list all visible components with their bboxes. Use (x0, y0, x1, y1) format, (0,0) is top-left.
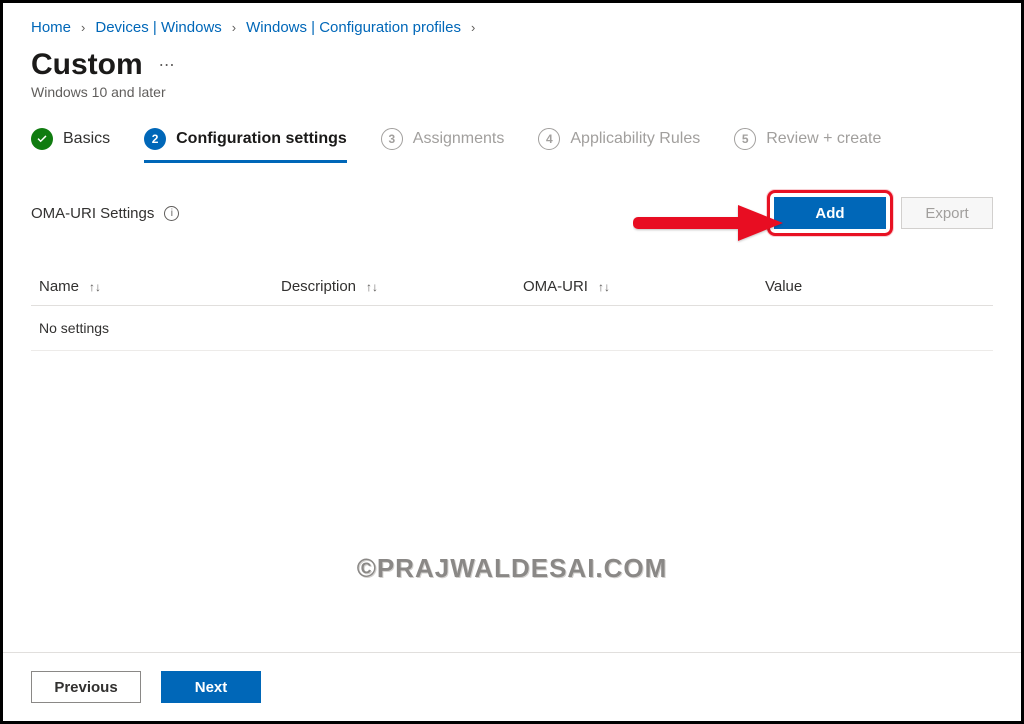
step-label: Configuration settings (176, 130, 347, 148)
next-button[interactable]: Next (161, 671, 261, 703)
step-label: Basics (63, 130, 110, 148)
section-heading: OMA-URI Settings (31, 205, 154, 222)
breadcrumb-link-home[interactable]: Home (31, 19, 71, 36)
column-label: Description (281, 278, 356, 295)
breadcrumb-link-devices[interactable]: Devices | Windows (95, 19, 221, 36)
step-review-create[interactable]: 5 Review + create (734, 128, 881, 163)
step-applicability-rules[interactable]: 4 Applicability Rules (538, 128, 700, 163)
breadcrumb: Home › Devices | Windows › Windows | Con… (31, 19, 993, 36)
step-number-badge: 5 (734, 128, 756, 150)
chevron-right-icon: › (81, 20, 85, 35)
previous-button[interactable]: Previous (31, 671, 141, 703)
step-number-badge: 3 (381, 128, 403, 150)
page-subtitle: Windows 10 and later (31, 84, 993, 100)
page-title: Custom (31, 48, 143, 82)
export-button[interactable]: Export (901, 197, 993, 229)
checkmark-icon (31, 128, 53, 150)
breadcrumb-link-config-profiles[interactable]: Windows | Configuration profiles (246, 19, 461, 36)
column-label: Value (765, 278, 802, 295)
sort-icon: ↑↓ (598, 280, 610, 294)
info-icon[interactable]: i (164, 206, 179, 221)
chevron-right-icon: › (232, 20, 236, 35)
sort-icon: ↑↓ (366, 280, 378, 294)
chevron-right-icon: › (471, 20, 475, 35)
table-empty-state: No settings (31, 306, 993, 351)
sort-icon: ↑↓ (89, 280, 101, 294)
step-label: Review + create (766, 130, 881, 148)
step-basics[interactable]: Basics (31, 128, 110, 163)
column-label: OMA-URI (523, 278, 588, 295)
annotation-highlight: Add (767, 190, 893, 236)
wizard-footer: Previous Next (3, 652, 1021, 721)
oma-uri-table: Name ↑↓ Description ↑↓ OMA-URI ↑↓ Value … (31, 268, 993, 351)
step-assignments[interactable]: 3 Assignments (381, 128, 505, 163)
step-number-badge: 2 (144, 128, 166, 150)
step-number-badge: 4 (538, 128, 560, 150)
column-label: Name (39, 278, 79, 295)
step-label: Assignments (413, 130, 505, 148)
add-button[interactable]: Add (774, 197, 886, 229)
column-header-description[interactable]: Description ↑↓ (281, 278, 523, 295)
step-label: Applicability Rules (570, 130, 700, 148)
step-configuration-settings[interactable]: 2 Configuration settings (144, 128, 347, 163)
wizard-stepper: Basics 2 Configuration settings 3 Assign… (31, 128, 993, 164)
column-header-oma-uri[interactable]: OMA-URI ↑↓ (523, 278, 765, 295)
column-header-name[interactable]: Name ↑↓ (39, 278, 281, 295)
more-actions-icon[interactable]: ⋯ (159, 55, 177, 75)
column-header-value[interactable]: Value (765, 278, 985, 295)
